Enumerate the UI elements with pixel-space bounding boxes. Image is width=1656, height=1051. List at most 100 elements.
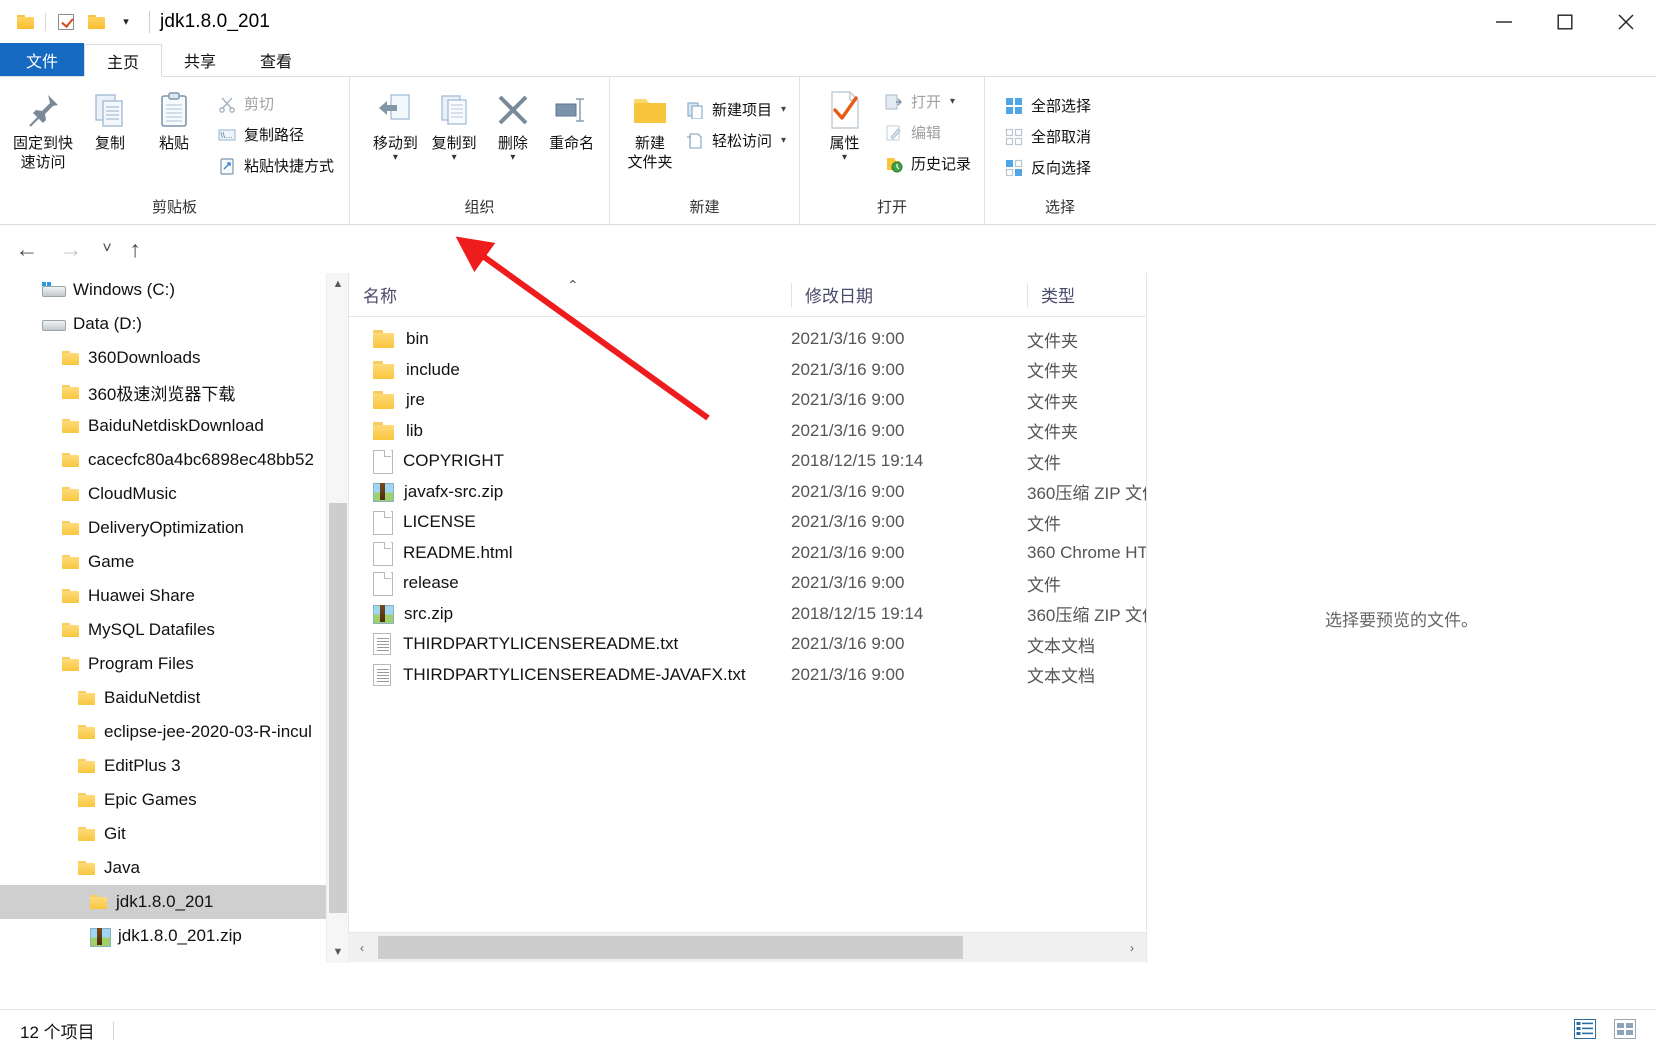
history-button[interactable]: 历史记录	[879, 149, 976, 178]
tree-scroll-thumb[interactable]	[329, 503, 347, 913]
minimize-button[interactable]	[1473, 0, 1534, 44]
zip-file-icon	[373, 605, 394, 624]
generic-file-icon	[373, 541, 393, 566]
details-view-button[interactable]	[1570, 1014, 1600, 1044]
table-row[interactable]: LICENSE 2021/3/16 9:00 文件	[349, 507, 1146, 537]
easy-access-caret-icon[interactable]: ▾	[781, 135, 786, 146]
select-all-label: 全部选择	[1031, 98, 1092, 115]
qat-dropdown-caret-icon[interactable]: ▾	[111, 7, 141, 37]
table-row[interactable]: COPYRIGHT 2018/12/15 19:14 文件	[349, 446, 1146, 476]
tab-file[interactable]: 文件	[0, 43, 85, 76]
select-none-button[interactable]: 全部取消	[999, 122, 1096, 151]
new-item-button[interactable]: 新建项目 ▾	[680, 95, 791, 124]
folder-icon	[78, 860, 95, 876]
move-to-caret-icon[interactable]: ▾	[393, 153, 398, 163]
select-all-button[interactable]: 全部选择	[999, 91, 1096, 120]
tree-item[interactable]: EditPlus 3	[0, 749, 330, 783]
tree-item[interactable]: Java	[0, 851, 330, 885]
column-header-type[interactable]: 类型	[1027, 273, 1146, 316]
tree-item[interactable]: Git	[0, 817, 330, 851]
tab-share[interactable]: 共享	[162, 43, 238, 76]
forward-button[interactable]: →	[54, 233, 88, 265]
tree-item-label: Huawei Share	[88, 586, 195, 605]
tree-scroll-up-icon[interactable]: ▲	[327, 273, 349, 295]
tree-item[interactable]: Huawei Share	[0, 579, 330, 613]
tree-item[interactable]: BaiduNetdiskDownload	[0, 409, 330, 443]
table-row[interactable]: lib 2021/3/16 9:00 文件夹	[349, 416, 1146, 446]
tree-item[interactable]: MySQL Datafiles	[0, 613, 330, 647]
table-row[interactable]: bin 2021/3/16 9:00 文件夹	[349, 324, 1146, 354]
tree-item[interactable]: BaiduNetdist	[0, 681, 330, 715]
rename-button[interactable]: 重命名	[542, 85, 601, 153]
delete-x-icon	[494, 89, 532, 131]
file-date-cell: 2021/3/16 9:00	[791, 542, 905, 562]
copy-path-button[interactable]: \\… 复制路径	[212, 120, 339, 149]
file-list[interactable]: 名称 ⌃ 修改日期 类型 bin 2021/3/16 9:00 文件夹 include…	[348, 273, 1146, 963]
tree-item-label: Program Files	[88, 654, 194, 673]
delete-button[interactable]: 删除 ▾	[484, 85, 543, 163]
tree-item[interactable]: 360极速浏览器下载	[0, 375, 330, 409]
properties-checkbox-icon[interactable]	[51, 7, 81, 37]
navigation-tree[interactable]: Windows (C:) Data (D:) 360Downloads 360极速浏览…	[0, 273, 330, 963]
large-icons-view-button[interactable]	[1610, 1014, 1640, 1044]
tree-scroll-down-icon[interactable]: ▼	[327, 941, 349, 963]
file-list-hscrollbar[interactable]: ‹ ›	[348, 932, 1146, 962]
open-caret-icon[interactable]: ▾	[950, 96, 955, 107]
hscroll-thumb[interactable]	[378, 936, 963, 959]
table-row[interactable]: jre 2021/3/16 9:00 文件夹	[349, 385, 1146, 415]
copy-to-caret-icon[interactable]: ▾	[452, 153, 457, 163]
table-row[interactable]: THIRDPARTYLICENSEREADME.txt 2021/3/16 9:0…	[349, 629, 1146, 659]
new-item-caret-icon[interactable]: ▾	[781, 104, 786, 115]
tree-item[interactable]: Data (D:)	[0, 307, 330, 341]
paste-shortcut-icon	[217, 156, 237, 176]
tree-item[interactable]: Program Files	[0, 647, 330, 681]
open-button[interactable]: 打开 ▾	[879, 87, 976, 116]
sort-ascending-icon: ⌃	[567, 277, 579, 293]
tree-item[interactable]: cacecfc80a4bc6898ec48bb52	[0, 443, 330, 477]
delete-caret-icon[interactable]: ▾	[510, 153, 515, 163]
hscroll-right-icon[interactable]: ›	[1118, 933, 1146, 962]
tab-home[interactable]: 主页	[84, 44, 163, 77]
table-row[interactable]: include 2021/3/16 9:00 文件夹	[349, 355, 1146, 385]
tree-item[interactable]: Game	[0, 545, 330, 579]
column-header-date[interactable]: 修改日期	[791, 273, 1027, 316]
tree-item[interactable]: eclipse-jee-2020-03-R-incul	[0, 715, 330, 749]
pin-to-quick-access-button[interactable]: 固定到快 速访问	[8, 85, 78, 172]
up-button[interactable]: ↑	[118, 233, 152, 265]
new-folder-qat-icon[interactable]	[81, 7, 111, 37]
paste-button[interactable]: 粘贴	[142, 85, 206, 153]
easy-access-button[interactable]: 轻松访问 ▾	[680, 126, 791, 155]
tree-item[interactable]: jdk1.8.0_201.zip	[0, 919, 330, 953]
copy-to-button[interactable]: 复制到 ▾	[425, 85, 484, 163]
table-row[interactable]: THIRDPARTYLICENSEREADME-JAVAFX.txt 2021/3…	[349, 660, 1146, 690]
properties-caret-icon[interactable]: ▾	[842, 153, 847, 163]
move-to-button[interactable]: 移动到 ▾	[366, 85, 425, 163]
edit-button[interactable]: 编辑	[879, 118, 976, 147]
table-row[interactable]: release 2021/3/16 9:00 文件	[349, 568, 1146, 598]
folder-icon	[62, 418, 79, 434]
table-row[interactable]: src.zip 2018/12/15 19:14 360压缩 ZIP 文件	[349, 599, 1146, 629]
hscroll-left-icon[interactable]: ‹	[348, 933, 376, 962]
maximize-button[interactable]	[1534, 0, 1595, 44]
table-row[interactable]: javafx-src.zip 2021/3/16 9:00 360压缩 ZIP 文件	[349, 477, 1146, 507]
ribbon-group-new: 新建 文件夹 新建项目 ▾ 轻松访问 ▾ 新建	[610, 77, 800, 224]
cut-button[interactable]: 剪切	[212, 89, 339, 118]
tree-item[interactable]: Epic Games	[0, 783, 330, 817]
tree-item[interactable]: DeliveryOptimization	[0, 511, 330, 545]
tree-item[interactable]: Windows (C:)	[0, 273, 330, 307]
file-date-cell: 2021/3/16 9:00	[791, 390, 905, 409]
paste-shortcut-button[interactable]: 粘贴快捷方式	[212, 151, 339, 180]
table-row[interactable]: README.html 2021/3/16 9:00 360 Chrome HTML…	[349, 538, 1146, 568]
tab-view[interactable]: 查看	[238, 43, 314, 76]
copy-button[interactable]: 复制	[78, 85, 142, 153]
tree-item[interactable]: 360Downloads	[0, 341, 330, 375]
back-button[interactable]: ←	[10, 233, 44, 265]
close-button[interactable]	[1595, 0, 1656, 44]
new-folder-button[interactable]: 新建 文件夹	[624, 85, 676, 172]
file-name: THIRDPARTYLICENSEREADME-JAVAFX.txt	[403, 664, 746, 684]
invert-selection-button[interactable]: 反向选择	[999, 153, 1096, 182]
tree-item[interactable]: jdk1.8.0_201	[0, 885, 330, 919]
tree-scrollbar[interactable]: ▲ ▼	[326, 273, 348, 963]
tree-item[interactable]: CloudMusic	[0, 477, 330, 511]
properties-button[interactable]: 属性 ▾	[816, 85, 873, 163]
